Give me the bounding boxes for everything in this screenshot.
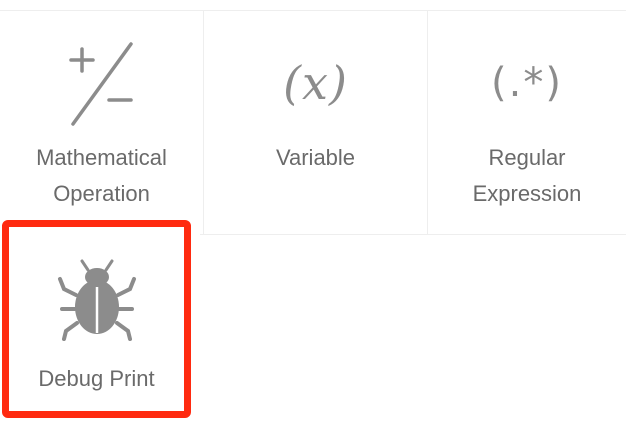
- tile-label: Regular Expression: [472, 145, 582, 206]
- block-palette: Mathematical Operation (x) Variable (.*)…: [0, 0, 626, 421]
- tile-regular-expression[interactable]: (.*) Regular Expression: [428, 10, 626, 234]
- tile-mathematical-operation[interactable]: Mathematical Operation: [0, 10, 203, 234]
- variable-x-icon: (x): [283, 56, 348, 110]
- tile-debug-print[interactable]: Debug Print: [9, 227, 184, 411]
- tile-label: Debug Print: [38, 366, 155, 391]
- regex-icon: (.*): [491, 60, 563, 106]
- tile-label: Variable: [275, 145, 356, 170]
- tile-variable[interactable]: (x) Variable: [204, 10, 427, 234]
- plus-minus-icon: [0, 38, 203, 130]
- row-divider: [200, 234, 626, 235]
- bug-icon: [9, 257, 184, 341]
- tile-label: Mathematical Operation: [36, 145, 167, 206]
